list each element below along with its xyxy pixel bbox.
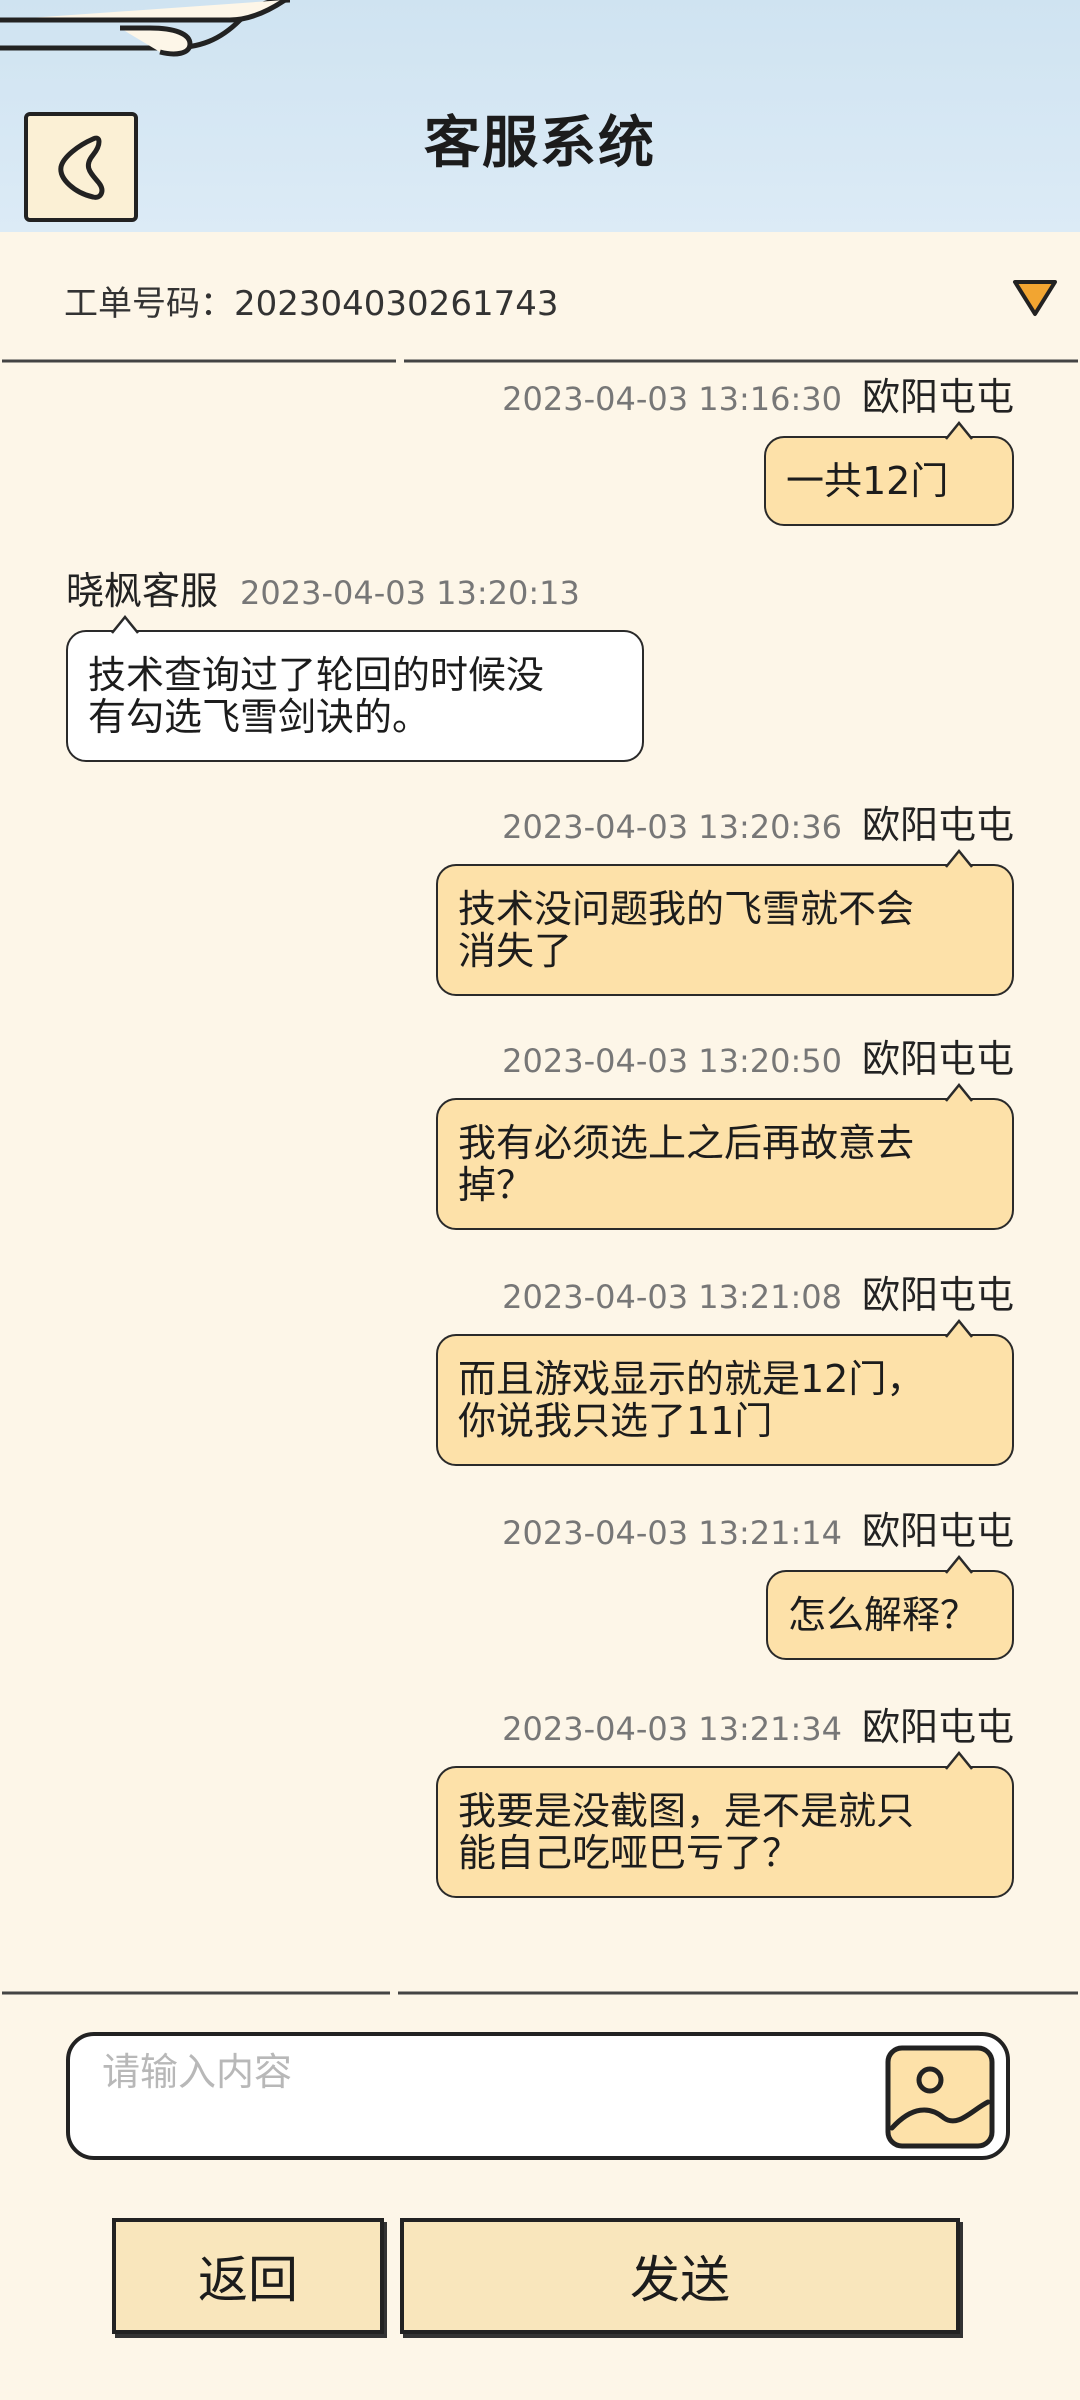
triangle-down-icon[interactable]	[1012, 278, 1058, 318]
message-text-line: 技术查询过了轮回的时候没	[88, 653, 545, 697]
bubble-tail	[111, 615, 139, 634]
message-time: 2023-04-03 13:20:50	[502, 1042, 842, 1080]
message-input[interactable]	[100, 2046, 884, 2098]
message-time: 2023-04-03 13:21:34	[502, 1710, 842, 1748]
back-text-button[interactable]: 返回	[112, 2218, 384, 2334]
message-bubble[interactable]: 我有必须选上之后再故意去 掉？	[436, 1083, 1014, 1230]
message-time: 2023-04-03 13:16:30	[502, 380, 842, 418]
message-bubble[interactable]: 一共12门	[764, 421, 1014, 526]
message-time: 2023-04-03 13:21:08	[502, 1278, 842, 1316]
ticket-bar: 工单号码：202304030261743	[0, 232, 1080, 362]
page-title: 客服系统	[424, 111, 656, 176]
message-meta: 2023-04-03 13:21:34 欧阳屯屯	[502, 1696, 1014, 1751]
divider-top	[2, 359, 1078, 363]
sender-name: 晓枫客服	[66, 569, 219, 613]
bubble-tail	[945, 849, 973, 868]
message-bubble[interactable]: 技术查询过了轮回的时候没 有勾选飞雪剑诀的。	[66, 615, 644, 762]
message-text-line: 怎么解释？	[788, 1593, 979, 1637]
message-text-line: 有勾选飞雪剑诀的。	[88, 695, 431, 739]
bubble-tail	[945, 1555, 973, 1574]
message-time: 2023-04-03 13:21:14	[502, 1514, 842, 1552]
sender-name: 欧阳屯屯	[861, 1037, 1014, 1081]
sender-name: 欧阳屯屯	[861, 1509, 1014, 1553]
message-meta: 2023-04-03 13:20:50 欧阳屯屯	[502, 1028, 1014, 1083]
message-text-line: 我有必须选上之后再故意去	[458, 1121, 915, 1165]
message-text-line: 能自己吃哑巴亏了？	[458, 1831, 801, 1875]
message-meta: 2023-04-03 13:21:08 欧阳屯屯	[502, 1264, 1014, 1319]
message-text-line: 掉？	[458, 1163, 535, 1207]
message-meta: 晓枫客服 2023-04-03 13:20:13	[66, 560, 580, 615]
message-text-line: 而且游戏显示的就是12门，	[458, 1357, 925, 1401]
message-text-line: 我要是没截图，是不是就只	[458, 1789, 915, 1833]
cloud-decoration-icon	[0, 0, 291, 57]
sender-name: 欧阳屯屯	[861, 1273, 1014, 1317]
message-meta: 2023-04-03 13:21:14 欧阳屯屯	[502, 1500, 1014, 1555]
sender-name: 欧阳屯屯	[861, 1705, 1014, 1749]
message-bubble[interactable]: 怎么解释？	[766, 1555, 1014, 1660]
sender-name: 欧阳屯屯	[861, 803, 1014, 847]
message-bubble[interactable]: 而且游戏显示的就是12门， 你说我只选了11门	[436, 1319, 1014, 1466]
message-bubble[interactable]: 技术没问题我的飞雪就不会 消失了	[436, 849, 1014, 996]
divider-bottom	[2, 1991, 1078, 1995]
message-time: 2023-04-03 13:20:13	[240, 574, 580, 612]
image-icon[interactable]	[884, 2044, 996, 2150]
bubble-tail	[945, 421, 973, 440]
message-meta: 2023-04-03 13:16:30 欧阳屯屯	[502, 366, 1014, 421]
sender-name: 欧阳屯屯	[861, 375, 1014, 419]
message-text-line: 一共12门	[786, 459, 949, 503]
message-meta: 2023-04-03 13:20:36 欧阳屯屯	[502, 794, 1014, 849]
message-input-box	[66, 2032, 1010, 2160]
bubble-tail	[945, 1083, 973, 1102]
message-bubble[interactable]: 我要是没截图，是不是就只 能自己吃哑巴亏了？	[436, 1751, 1014, 1898]
bubble-tail	[945, 1319, 973, 1338]
app-header: 客服系统	[0, 0, 1080, 232]
message-text-line: 你说我只选了11门	[458, 1399, 773, 1443]
bubble-tail	[945, 1751, 973, 1770]
message-time: 2023-04-03 13:20:36	[502, 808, 842, 846]
message-text-line: 技术没问题我的飞雪就不会	[458, 887, 915, 931]
ticket-number: 工单号码：202304030261743	[64, 284, 559, 324]
message-text-line: 消失了	[458, 929, 573, 973]
send-button[interactable]: 发送	[400, 2218, 960, 2334]
